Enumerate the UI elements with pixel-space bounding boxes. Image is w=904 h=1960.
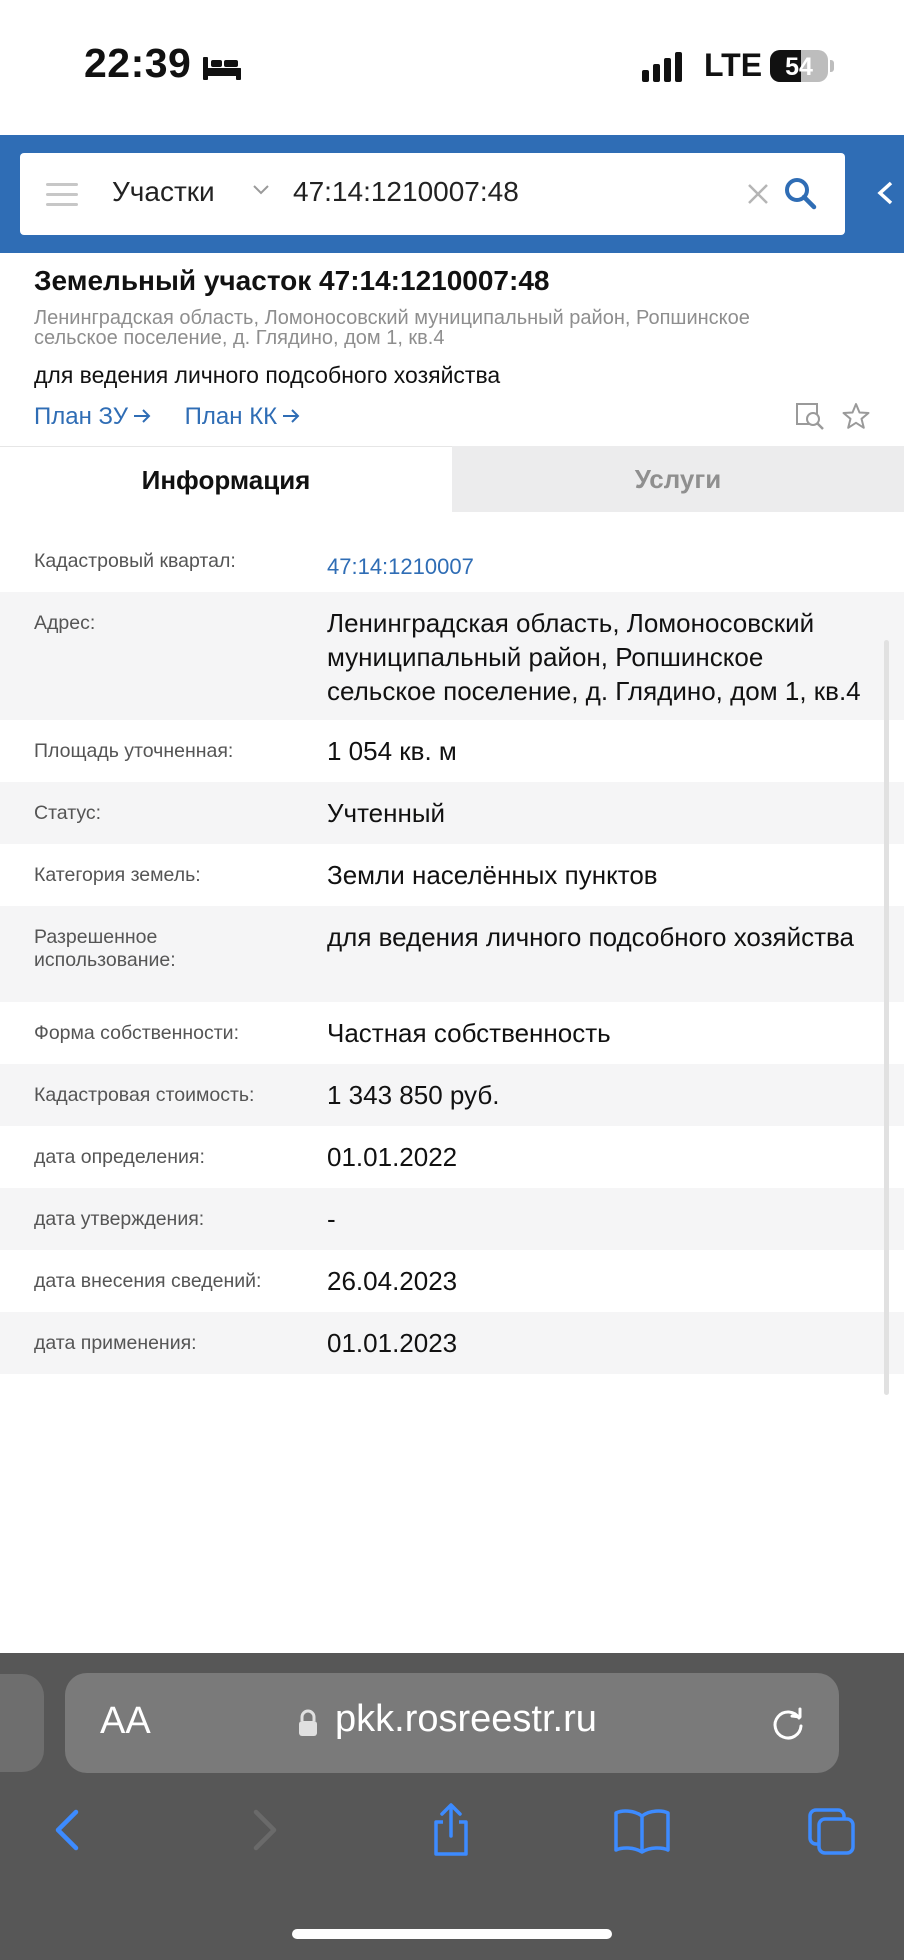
row-value: 01.01.2023 bbox=[327, 1328, 458, 1358]
row-value: - bbox=[327, 1204, 336, 1234]
table-row: Адрес: Ленинградская область, Ломоносовск… bbox=[0, 592, 904, 720]
tab-services[interactable]: Услуги bbox=[452, 446, 904, 512]
plan-links: План ЗУ План КК bbox=[34, 403, 327, 431]
category-select[interactable]: Участки bbox=[112, 176, 215, 208]
cadastral-quarter-link[interactable]: 47:14:1210007 bbox=[327, 550, 867, 584]
table-row: дата определения: 01.01.2022 bbox=[0, 1126, 904, 1188]
row-value: Частная собственность bbox=[327, 1018, 611, 1048]
home-indicator bbox=[292, 1929, 612, 1939]
table-row: Кадастровый квартал: 47:14:1210007 bbox=[0, 530, 904, 592]
search-icon[interactable] bbox=[782, 175, 818, 211]
map-search-icon[interactable] bbox=[795, 401, 825, 431]
table-row: Категория земель: Земли населённых пункто… bbox=[0, 844, 904, 906]
battery-icon: 54 bbox=[770, 50, 828, 82]
back-icon[interactable] bbox=[44, 1802, 94, 1858]
signal-icon bbox=[642, 52, 688, 82]
parcel-purpose: для ведения личного подсобного хозяйства bbox=[34, 362, 501, 388]
chevron-left-icon[interactable] bbox=[873, 175, 897, 211]
table-row: дата утверждения: - bbox=[0, 1188, 904, 1250]
row-value: Учтенный bbox=[327, 798, 446, 828]
forward-icon[interactable] bbox=[238, 1802, 288, 1858]
row-value: 1 054 кв. м bbox=[327, 736, 457, 766]
table-row: дата внесения сведений: 26.04.2023 bbox=[0, 1250, 904, 1312]
row-label: дата внесения сведений: bbox=[34, 1270, 262, 1292]
search-input[interactable]: 47:14:1210007:48 bbox=[293, 176, 519, 208]
arrow-right-icon bbox=[283, 409, 300, 423]
plan-kk-link[interactable]: План КК bbox=[185, 403, 301, 430]
row-value: 1 343 850 руб. bbox=[327, 1080, 500, 1110]
row-label: Категория земель: bbox=[34, 864, 201, 886]
plan-kk-label: План КК bbox=[184, 403, 278, 430]
tabs-icon[interactable] bbox=[806, 1802, 856, 1858]
table-row: Кадастровая стоимость: 1 343 850 руб. bbox=[0, 1064, 904, 1126]
plan-zu-link[interactable]: План ЗУ bbox=[34, 403, 152, 430]
share-icon[interactable] bbox=[426, 1802, 476, 1858]
menu-icon[interactable] bbox=[46, 183, 78, 213]
bed-icon bbox=[203, 57, 241, 80]
lock-icon bbox=[299, 1709, 317, 1736]
text-size-button[interactable]: AA bbox=[100, 1700, 151, 1743]
table-row: Разрешенное использование: для ведения ли… bbox=[0, 906, 904, 1002]
table-row: Статус: Учтенный bbox=[0, 782, 904, 844]
row-value: Земли населённых пунктов bbox=[327, 860, 658, 890]
attributes-table: Кадастровый квартал: 47:14:1210007 Адрес: Л… bbox=[0, 530, 904, 1374]
previous-tab-preview[interactable] bbox=[0, 1674, 44, 1772]
url-text: pkk.rosreestr.ru bbox=[335, 1698, 597, 1740]
row-label: Статус: bbox=[34, 802, 102, 824]
tab-information[interactable]: Информация bbox=[0, 446, 452, 513]
bookmarks-icon[interactable] bbox=[612, 1802, 672, 1858]
reload-icon[interactable] bbox=[768, 1704, 808, 1744]
row-label: Кадастровый квартал: bbox=[34, 550, 236, 572]
row-value: 26.04.2023 bbox=[327, 1266, 458, 1296]
parcel-address: Ленинградская область, Ломоносовский мун… bbox=[34, 307, 750, 349]
tab-bar: Информация Услуги bbox=[0, 446, 904, 513]
chevron-down-icon[interactable] bbox=[252, 184, 270, 196]
row-value: для ведения личного подсобного хозяйства bbox=[327, 922, 855, 952]
battery-level: 54 bbox=[785, 53, 813, 81]
arrow-right-icon bbox=[134, 409, 151, 423]
row-label: Адрес: bbox=[34, 612, 96, 634]
row-value: Ленинградская область, Ломоносовский мун… bbox=[327, 608, 861, 706]
scrollbar[interactable] bbox=[884, 640, 889, 1395]
row-label: дата определения: bbox=[34, 1146, 205, 1168]
row-label: Площадь уточненная: bbox=[34, 740, 234, 762]
page-title: Земельный участок 47:14:1210007:48 bbox=[34, 265, 550, 296]
clear-icon[interactable] bbox=[744, 180, 772, 208]
table-row: дата применения: 01.01.2023 bbox=[0, 1312, 904, 1374]
row-label: Форма собственности: bbox=[34, 1022, 239, 1044]
row-label: Разрешенное использование: bbox=[34, 926, 176, 971]
row-label: Кадастровая стоимость: bbox=[34, 1084, 255, 1106]
plan-zu-label: План ЗУ bbox=[34, 403, 128, 430]
row-label: дата утверждения: bbox=[34, 1208, 205, 1230]
row-value: 01.01.2022 bbox=[327, 1142, 458, 1172]
network-label: LTE bbox=[704, 47, 763, 83]
battery-tip bbox=[830, 60, 834, 72]
table-row: Площадь уточненная: 1 054 кв. м bbox=[0, 720, 904, 782]
table-row: Форма собственности: Частная собственност… bbox=[0, 1002, 904, 1064]
status-time: 22:39 bbox=[84, 40, 192, 86]
row-label: дата применения: bbox=[34, 1332, 197, 1354]
star-icon[interactable] bbox=[841, 401, 871, 431]
